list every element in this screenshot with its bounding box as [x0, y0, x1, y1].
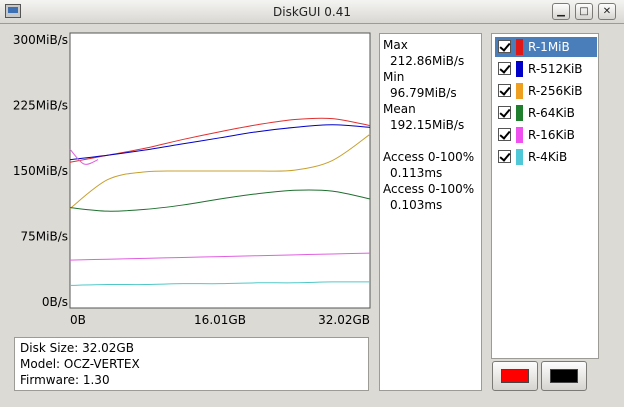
maximize-button[interactable]: □: [575, 3, 593, 20]
max-value: 212.86MiB/s: [390, 54, 465, 68]
series-checkbox[interactable]: [498, 40, 511, 53]
y-tick-label: 225MiB/s: [13, 99, 68, 113]
series-checkbox[interactable]: [498, 62, 511, 75]
y-tick-label: 300MiB/s: [13, 33, 68, 47]
series-color-swatch: [516, 61, 523, 77]
y-tick-label: 0B/s: [42, 295, 68, 309]
close-button[interactable]: ✕: [598, 3, 616, 20]
series-color-swatch: [516, 105, 523, 121]
series-row-r-1mib[interactable]: R-1MiB: [495, 37, 597, 57]
background-color-swatch: [550, 369, 578, 383]
series-checkbox[interactable]: [498, 84, 511, 97]
disk-info-panel: Disk Size: 32.02GB Model: OCZ-VERTEX Fir…: [14, 337, 369, 391]
min-value: 96.79MiB/s: [390, 86, 457, 100]
series-label: R-4KiB: [528, 150, 568, 164]
mean-label: Mean: [383, 102, 416, 116]
series-label: R-1MiB: [528, 40, 570, 54]
series-row-r-512kib[interactable]: R-512KiB: [495, 59, 597, 79]
stats-panel: Max 212.86MiB/s Min 96.79MiB/s Mean 192.…: [379, 33, 482, 391]
disk-firmware: Firmware: 1.30: [20, 373, 110, 387]
series-color-swatch: [516, 39, 523, 55]
x-tick-label: 32.02GB: [318, 313, 370, 327]
mean-value: 192.15MiB/s: [390, 118, 465, 132]
series-list[interactable]: R-1MiB R-512KiB R-256KiB R-64KiB R-16KiB R-4K…: [491, 33, 599, 359]
min-label: Min: [383, 70, 405, 84]
max-label: Max: [383, 38, 408, 52]
access-label-1: Access 0-100%: [383, 150, 475, 164]
disk-model: Model: OCZ-VERTEX: [20, 357, 140, 371]
series-label: R-16KiB: [528, 128, 575, 142]
access-label-2: Access 0-100%: [383, 182, 475, 196]
series-label: R-256KiB: [528, 84, 583, 98]
plot-area: [69, 32, 371, 309]
series-row-r-64kib[interactable]: R-64KiB: [495, 103, 597, 123]
series-checkbox[interactable]: [498, 128, 511, 141]
series-checkbox[interactable]: [498, 150, 511, 163]
x-tick-label: 16.01GB: [194, 313, 246, 327]
series-label: R-512KiB: [528, 62, 583, 76]
y-tick-label: 75MiB/s: [21, 230, 68, 244]
line-color-swatch: [501, 369, 529, 383]
series-row-r-256kib[interactable]: R-256KiB: [495, 81, 597, 101]
line-color-button[interactable]: [492, 361, 538, 391]
throughput-chart: 300MiB/s 225MiB/s 150MiB/s 75MiB/s 0B/s 0B 16…: [13, 32, 371, 327]
title-bar[interactable]: DiskGUI 0.41 ▁ □ ✕: [0, 0, 624, 24]
access-value-2: 0.103ms: [390, 198, 443, 212]
disk-size: Disk Size: 32.02GB: [20, 341, 134, 355]
series-checkbox[interactable]: [498, 106, 511, 119]
series-color-swatch: [516, 149, 523, 165]
series-color-swatch: [516, 83, 523, 99]
y-tick-label: 150MiB/s: [13, 164, 68, 178]
background-color-button[interactable]: [541, 361, 587, 391]
minimize-button[interactable]: ▁: [552, 3, 570, 20]
access-value-1: 0.113ms: [390, 166, 443, 180]
window-title: DiskGUI 0.41: [273, 5, 351, 19]
series-label: R-64KiB: [528, 106, 575, 120]
x-tick-label: 0B: [70, 313, 86, 327]
series-color-swatch: [516, 127, 523, 143]
series-row-r-4kib[interactable]: R-4KiB: [495, 147, 597, 167]
series-row-r-16kib[interactable]: R-16KiB: [495, 125, 597, 145]
